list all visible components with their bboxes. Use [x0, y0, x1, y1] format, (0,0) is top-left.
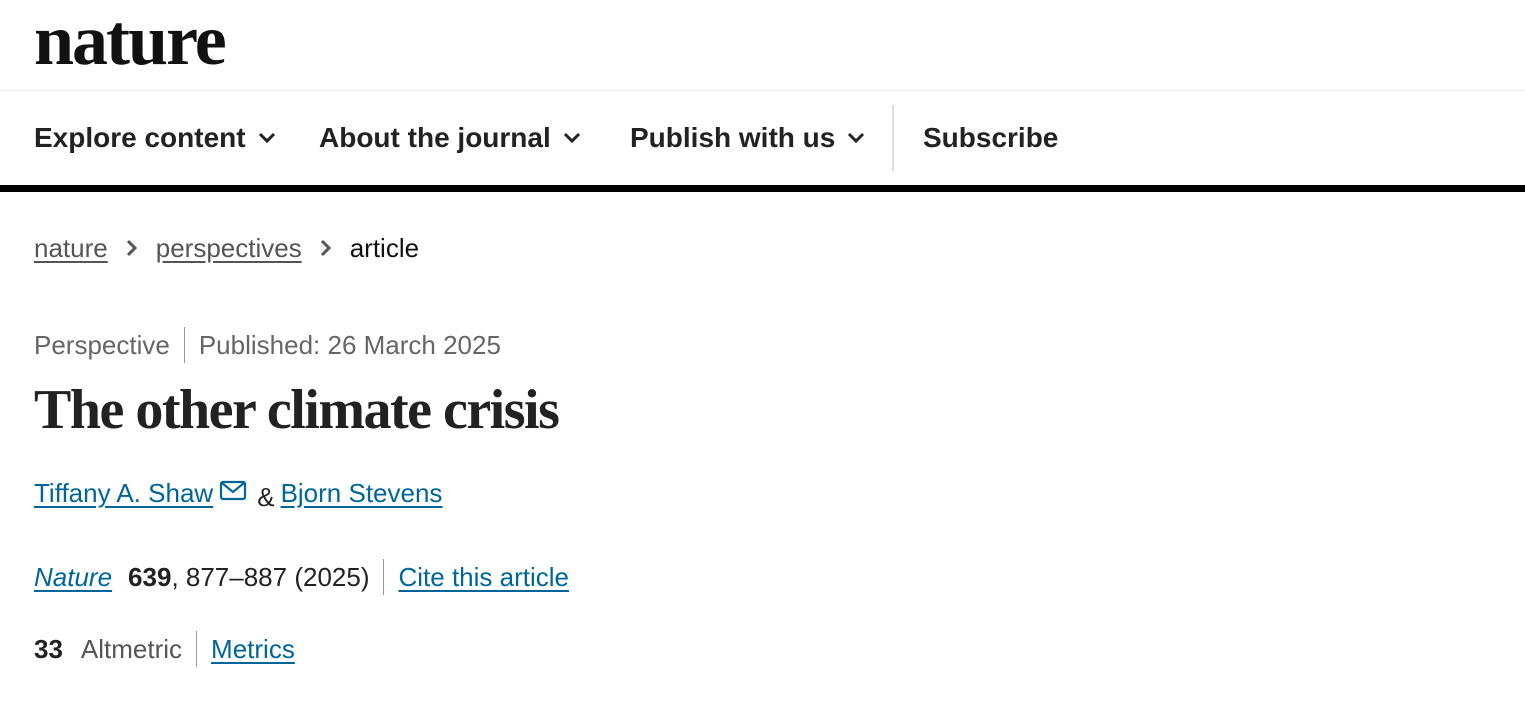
nav-divider — [892, 105, 894, 171]
cite-this-article-link[interactable]: Cite this article — [398, 562, 569, 593]
nav-explore-content[interactable]: Explore content — [34, 91, 276, 185]
site-header: nature — [0, 0, 1525, 91]
nature-logo[interactable]: nature — [34, 4, 227, 76]
breadcrumb-nature[interactable]: nature — [34, 233, 108, 264]
metrics-link[interactable]: Metrics — [211, 634, 295, 665]
chevron-down-icon — [258, 132, 276, 144]
altmetric-count: 33 — [34, 633, 63, 664]
nav-label: About the journal — [319, 122, 551, 153]
citation: Nature 639 , 877–887 (2025) Cite this ar… — [34, 558, 569, 596]
nav-label: Publish with us — [630, 122, 836, 153]
published-date: Published: 26 March 2025 — [198, 329, 501, 360]
article-title: The other climate crisis — [34, 379, 560, 441]
author-link[interactable]: Tiffany A. Shaw — [34, 478, 213, 509]
author-link[interactable]: Bjorn Stevens — [281, 478, 443, 509]
breadcrumb: nature perspectives article — [34, 230, 419, 266]
breadcrumb-current: article — [349, 232, 420, 263]
nav-subscribe[interactable]: Subscribe — [923, 91, 1058, 185]
journal-link[interactable]: Nature — [34, 562, 112, 593]
article-meta: Perspective Published: 26 March 2025 — [34, 326, 501, 364]
author-separator: & — [257, 482, 275, 512]
breadcrumb-perspectives[interactable]: perspectives — [156, 233, 302, 264]
nav-about-journal[interactable]: About the journal — [319, 91, 581, 185]
meta-divider — [183, 327, 185, 363]
main-nav: Explore content About the journal Publis… — [0, 91, 1525, 192]
nav-label: Subscribe — [923, 122, 1059, 153]
nav-label: Explore content — [34, 122, 246, 153]
mail-icon[interactable] — [219, 478, 247, 509]
nav-publish-with-us[interactable]: Publish with us — [630, 91, 865, 185]
chevron-right-icon — [126, 239, 138, 257]
altmetric-label: Altmetric — [80, 633, 183, 664]
author-list: Tiffany A. Shaw & Bjorn Stevens — [34, 478, 442, 522]
pages-year: , 877–887 (2025) — [171, 561, 370, 592]
metrics-divider — [196, 631, 198, 667]
volume: 639 — [128, 561, 172, 592]
article-type: Perspective — [34, 329, 170, 360]
chevron-down-icon — [847, 132, 865, 144]
chevron-down-icon — [563, 132, 581, 144]
citation-divider — [383, 559, 385, 595]
metrics-row: 33 Altmetric Metrics — [34, 630, 295, 668]
chevron-right-icon — [320, 239, 332, 257]
